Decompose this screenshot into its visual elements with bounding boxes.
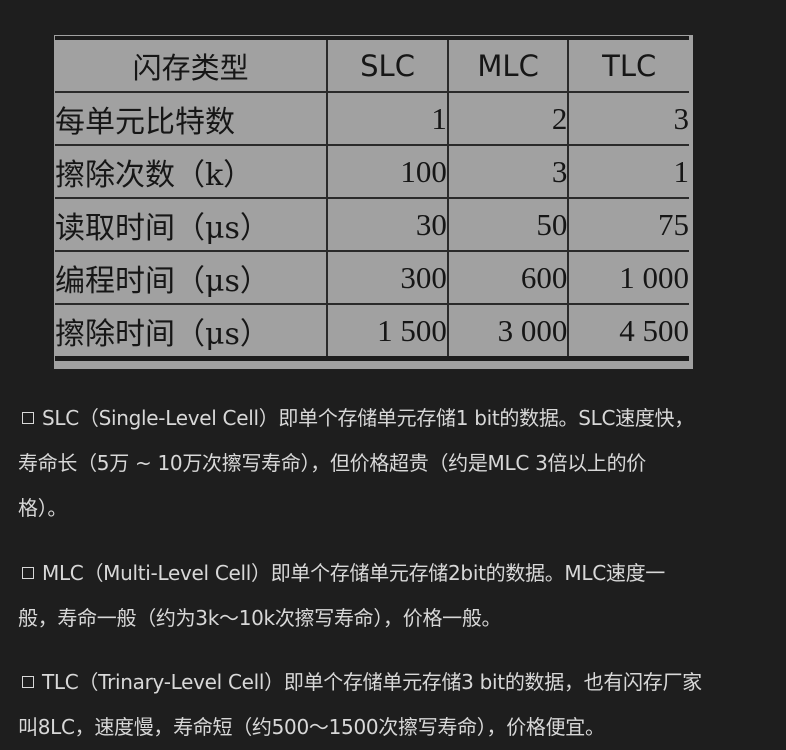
cell-slc: 100: [326, 144, 449, 199]
line-text: 格）。: [18, 496, 68, 520]
paragraph-line: SLC（Single-Level Cell）即单个存储单元存储1 bit的数据。…: [18, 396, 778, 441]
flash-comparison-table: 闪存类型 SLC MLC TLC 每单元比特数 1 2 3 擦除次数（k） 10…: [55, 36, 689, 361]
table-row: 擦除次数（k） 100 3 1: [55, 144, 689, 199]
cell-mlc: 50: [446, 197, 570, 252]
cell-tlc: 1 000: [567, 250, 689, 305]
cell-mlc: 600: [446, 250, 570, 305]
line-text: TLC（Trinary-Level Cell）即单个存储单元存储3 bit的数据…: [42, 670, 702, 694]
cell-tlc: 4 500: [567, 303, 689, 361]
table-row: 编程时间（μs） 300 600 1 000: [55, 250, 689, 305]
mlc-description: MLC（Multi-Level Cell）即单个存储单元存储2bit的数据。ML…: [18, 551, 778, 641]
paragraph-line: TLC（Trinary-Level Cell）即单个存储单元存储3 bit的数据…: [18, 660, 778, 705]
cell-tlc: 3: [567, 91, 689, 146]
cell-tlc: 75: [567, 197, 689, 252]
line-text: MLC（Multi-Level Cell）即单个存储单元存储2bit的数据。ML…: [42, 561, 665, 585]
paragraph-line: MLC（Multi-Level Cell）即单个存储单元存储2bit的数据。ML…: [18, 551, 778, 596]
flash-comparison-table-image: 闪存类型 SLC MLC TLC 每单元比特数 1 2 3 擦除次数（k） 10…: [54, 35, 693, 369]
row-label: 读取时间（μs）: [55, 197, 329, 252]
checkbox-bullet-icon: [22, 412, 34, 424]
cell-slc: 1 500: [326, 303, 449, 361]
tlc-description: TLC（Trinary-Level Cell）即单个存储单元存储3 bit的数据…: [18, 660, 778, 750]
header-mlc: MLC: [446, 36, 570, 93]
cell-mlc: 2: [446, 91, 570, 146]
table-header-row: 闪存类型 SLC MLC TLC: [55, 36, 689, 93]
line-text: 叫8LC，速度慢，寿命短（约500～1500次擦写寿命），价格便宜。: [18, 715, 605, 739]
slc-description: SLC（Single-Level Cell）即单个存储单元存储1 bit的数据。…: [18, 396, 778, 531]
table-row: 读取时间（μs） 30 50 75: [55, 197, 689, 252]
cell-slc: 300: [326, 250, 449, 305]
checkbox-bullet-icon: [22, 567, 34, 579]
cell-slc: 1: [326, 91, 449, 146]
table-row: 每单元比特数 1 2 3: [55, 91, 689, 146]
row-label: 编程时间（μs）: [55, 250, 329, 305]
row-label: 擦除时间（μs）: [55, 303, 329, 361]
header-flash-type: 闪存类型: [55, 36, 329, 93]
line-text: SLC（Single-Level Cell）即单个存储单元存储1 bit的数据。…: [42, 406, 694, 430]
header-tlc: TLC: [567, 36, 689, 93]
header-slc: SLC: [326, 36, 449, 93]
cell-tlc: 1: [567, 144, 689, 199]
table-row: 擦除时间（μs） 1 500 3 000 4 500: [55, 303, 689, 361]
row-label: 每单元比特数: [55, 91, 329, 146]
line-text: 寿命长（5万 ~ 10万次擦写寿命），但价格超贵（约是MLC 3倍以上的价: [18, 451, 646, 475]
line-text: 般，寿命一般（约为3k～10k次擦写寿命），价格一般。: [18, 606, 502, 630]
checkbox-bullet-icon: [22, 676, 34, 688]
row-label: 擦除次数（k）: [55, 144, 329, 199]
cell-mlc: 3: [446, 144, 570, 199]
cell-mlc: 3 000: [446, 303, 570, 361]
cell-slc: 30: [326, 197, 449, 252]
